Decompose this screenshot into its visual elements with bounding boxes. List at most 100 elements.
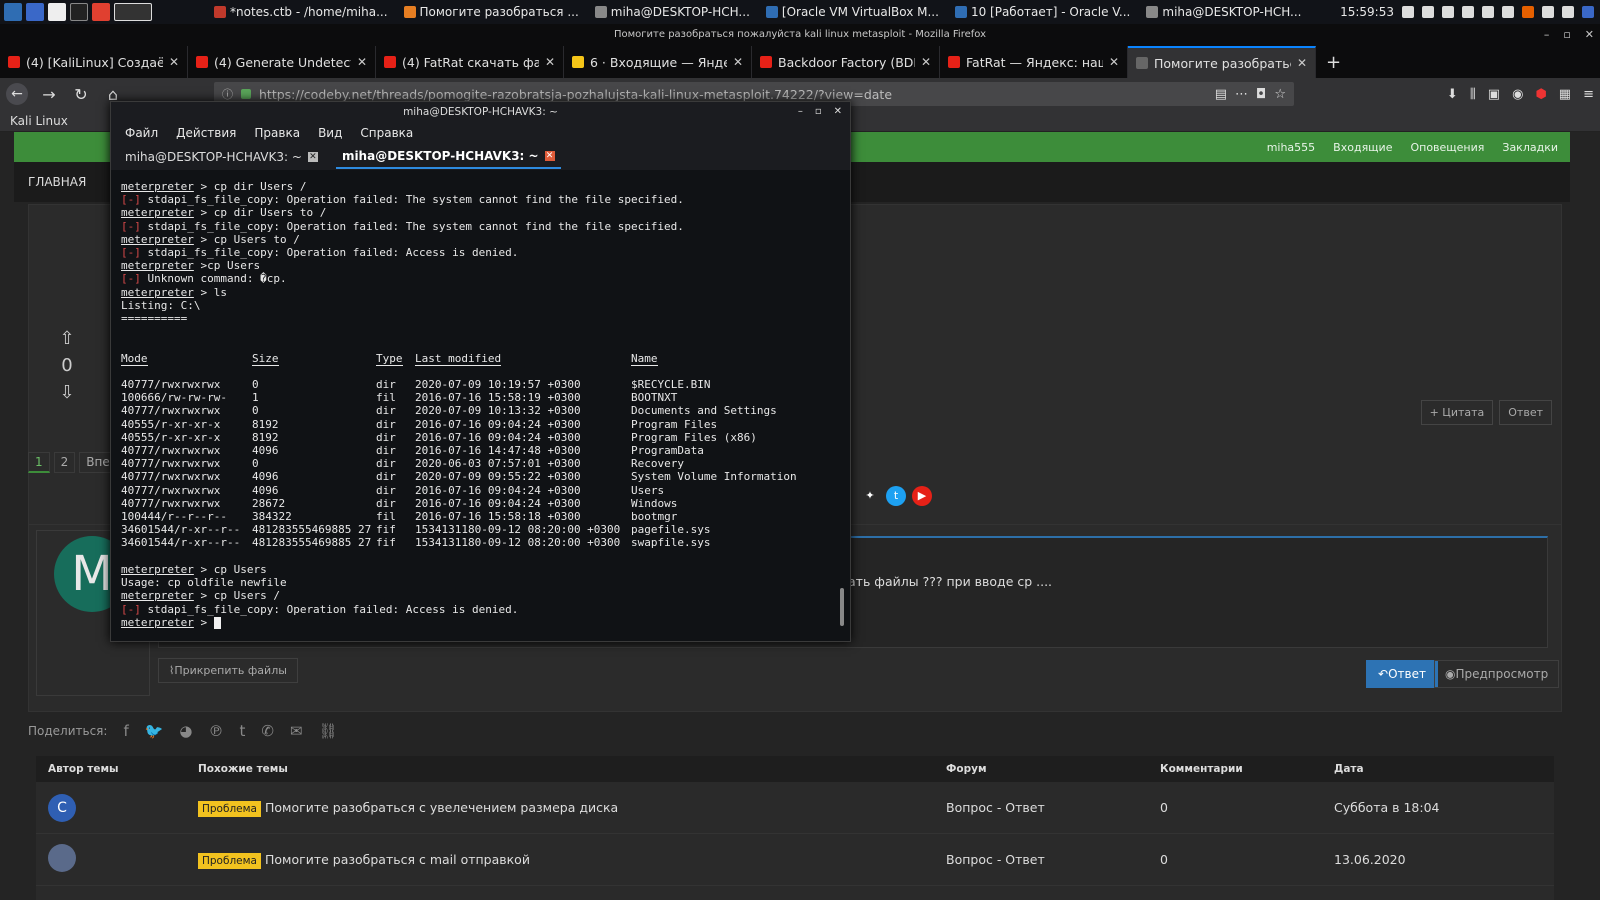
tab-close-icon[interactable]: ✕ bbox=[545, 55, 555, 69]
twitter-share-icon[interactable]: 🐦 bbox=[145, 722, 164, 740]
notifications-icon[interactable] bbox=[1442, 6, 1454, 18]
kali-menu-icon[interactable] bbox=[4, 3, 22, 21]
reply-button[interactable]: ↶Ответ bbox=[1366, 660, 1438, 688]
downvote-icon[interactable]: ⇩ bbox=[52, 382, 82, 403]
terminal-minimize-icon[interactable]: – bbox=[798, 102, 803, 122]
problem-tag[interactable]: Проблема bbox=[198, 801, 261, 817]
reddit-icon[interactable]: ◕ bbox=[179, 722, 192, 740]
terminal-menu-item[interactable]: Файл bbox=[125, 126, 158, 140]
terminal-close-icon[interactable]: ✕ bbox=[834, 102, 842, 122]
preview-button[interactable]: ◉Предпросмотр bbox=[1434, 660, 1560, 688]
upvote-icon[interactable]: ⇧ bbox=[52, 328, 82, 349]
firefox-icon[interactable] bbox=[1522, 6, 1534, 18]
forward-icon[interactable]: → bbox=[38, 85, 60, 104]
related-forum[interactable]: Вопрос - Ответ bbox=[946, 800, 1160, 815]
browser-icon[interactable] bbox=[92, 3, 110, 21]
reader-view-icon[interactable]: ▤ bbox=[1215, 87, 1227, 102]
related-title[interactable]: Помогите разобраться с увелечением разме… bbox=[265, 800, 618, 815]
user-link[interactable]: miha555 bbox=[1267, 141, 1315, 154]
terminal-icon[interactable] bbox=[70, 3, 88, 21]
page-actions-icon[interactable]: ⋯ bbox=[1235, 87, 1248, 102]
terminal-menu-item[interactable]: Вид bbox=[318, 126, 342, 140]
taskbar-task[interactable]: [Oracle VM VirtualBox M... bbox=[758, 0, 947, 24]
browser-tab[interactable]: 6 · Входящие — Яндекс ✕ bbox=[564, 46, 752, 78]
terminal-tab-1[interactable]: miha@DESKTOP-HCHAVK3: ~ ✕ bbox=[119, 146, 324, 168]
author-avatar[interactable] bbox=[48, 844, 76, 872]
browser-tab[interactable]: (4) FatRat скачать файлы ✕ bbox=[376, 46, 564, 78]
info-icon[interactable]: ⓘ bbox=[222, 86, 233, 102]
nav-home[interactable]: ГЛАВНАЯ bbox=[28, 175, 86, 189]
new-tab-icon[interactable]: + bbox=[1316, 52, 1351, 73]
taskbar-task[interactable]: miha@DESKTOP-HCH... bbox=[587, 0, 758, 24]
tab-close-icon[interactable]: ✕ bbox=[733, 55, 743, 69]
tab-close-icon[interactable]: ✕ bbox=[1297, 56, 1307, 70]
terminal-menu-item[interactable]: Действия bbox=[176, 126, 236, 140]
tumblr-icon[interactable]: t bbox=[240, 722, 246, 740]
minimize-icon[interactable]: – bbox=[1544, 24, 1550, 46]
bookmark-star-icon[interactable]: ☆ bbox=[1274, 87, 1286, 102]
author-avatar[interactable]: C bbox=[48, 793, 76, 822]
taskbar-task[interactable]: miha@DESKTOP-HCH... bbox=[1138, 0, 1309, 24]
facebook-icon[interactable]: f bbox=[123, 722, 128, 740]
maximize-icon[interactable]: ▫ bbox=[1563, 24, 1570, 46]
browser-tab[interactable]: Помогите разобраться п ✕ bbox=[1128, 46, 1316, 78]
page-1[interactable]: 1 bbox=[28, 452, 50, 473]
extension-icon[interactable]: ▦ bbox=[1559, 87, 1571, 102]
usb-icon[interactable] bbox=[1542, 6, 1554, 18]
pocket-icon[interactable]: ◘ bbox=[1256, 87, 1266, 102]
workspace-preview[interactable] bbox=[114, 3, 152, 21]
reply-link-button[interactable]: Ответ bbox=[1499, 400, 1552, 425]
back-icon[interactable]: ← bbox=[6, 83, 28, 105]
bookmark-kali-linux[interactable]: Kali Linux bbox=[10, 114, 68, 128]
whatsapp-icon[interactable]: ✆ bbox=[261, 722, 274, 740]
clock[interactable]: 15:59:53 bbox=[1340, 5, 1394, 19]
browser-tab[interactable]: Backdoor Factory (BDF) ✕ bbox=[752, 46, 940, 78]
alerts-link[interactable]: Оповещения bbox=[1410, 141, 1484, 154]
related-row[interactable]: Проблема Помогите разобраться с mail отпр… bbox=[36, 834, 1554, 886]
terminal-tab-2[interactable]: miha@DESKTOP-HCHAVK3: ~ ✕ bbox=[335, 145, 561, 169]
file-manager-icon[interactable] bbox=[48, 3, 66, 21]
library-icon[interactable]: ⫼ bbox=[1470, 87, 1476, 102]
menu-icon[interactable]: ≡ bbox=[1583, 87, 1594, 102]
terminal-scrollbar[interactable] bbox=[840, 588, 844, 626]
youtube-icon[interactable]: ▶ bbox=[912, 486, 932, 506]
clipboard-icon[interactable] bbox=[1462, 6, 1474, 18]
network-icon[interactable] bbox=[1402, 6, 1414, 18]
downloads-icon[interactable]: ⬇ bbox=[1447, 87, 1458, 102]
page-2[interactable]: 2 bbox=[53, 452, 76, 473]
volume-icon[interactable] bbox=[1422, 6, 1434, 18]
tab-close-icon[interactable]: ✕ bbox=[307, 152, 318, 162]
display-icon[interactable] bbox=[1582, 6, 1594, 18]
email-icon[interactable]: ✉ bbox=[290, 722, 303, 740]
quote-button[interactable]: + Цитата bbox=[1420, 400, 1494, 425]
tab-close-icon[interactable]: ✕ bbox=[169, 55, 179, 69]
related-title[interactable]: Помогите разобраться с mail отправкой bbox=[265, 852, 530, 867]
terminal-output[interactable]: meterpreter > cp dir Users / [-] stdapi_f… bbox=[121, 180, 841, 632]
problem-tag[interactable]: Проблема bbox=[198, 853, 261, 869]
url-text[interactable]: https://codeby.net/threads/pomogite-razo… bbox=[259, 87, 1207, 102]
tab-close-icon[interactable]: ✕ bbox=[357, 55, 367, 69]
twitter-icon[interactable]: t bbox=[886, 486, 906, 506]
attach-files-button[interactable]: ⌇Прикрепить файлы bbox=[158, 658, 298, 683]
browser-tab[interactable]: FatRat — Яндекс: нашл ✕ bbox=[940, 46, 1128, 78]
tab-close-icon[interactable]: ✕ bbox=[921, 55, 931, 69]
taskbar-task[interactable]: 10 [Работает] - Oracle V... bbox=[947, 0, 1138, 24]
mail-icon[interactable] bbox=[1562, 6, 1574, 18]
bookmarks-link[interactable]: Закладки bbox=[1502, 141, 1558, 154]
link-icon[interactable]: ⛓ bbox=[319, 722, 338, 740]
related-forum[interactable]: Вопрос - Ответ bbox=[946, 852, 1160, 867]
google-icon[interactable] bbox=[1502, 6, 1514, 18]
desktop-icon[interactable] bbox=[26, 3, 44, 21]
tab-close-icon[interactable]: ✕ bbox=[544, 151, 555, 161]
taskbar-task[interactable]: *notes.ctb - /home/miha... bbox=[206, 0, 396, 24]
close-icon[interactable]: ✕ bbox=[1585, 24, 1594, 46]
inbox-link[interactable]: Входящие bbox=[1333, 141, 1392, 154]
terminal-maximize-icon[interactable]: ▫ bbox=[815, 102, 822, 122]
sidebar-icon[interactable]: ▣ bbox=[1488, 87, 1500, 102]
editor-text[interactable]: ать файлы ??? при вводе ср .... bbox=[848, 574, 1052, 589]
taskbar-task[interactable]: Помогите разобраться ... bbox=[396, 0, 587, 24]
browser-tab[interactable]: (4) [KaliLinux] Создаём в ✕ bbox=[0, 46, 188, 78]
adblock-icon[interactable]: ⬢ bbox=[1535, 87, 1546, 102]
reload-icon[interactable]: ↻ bbox=[70, 85, 92, 104]
browser-tab[interactable]: (4) Generate Undetectabl ✕ bbox=[188, 46, 376, 78]
